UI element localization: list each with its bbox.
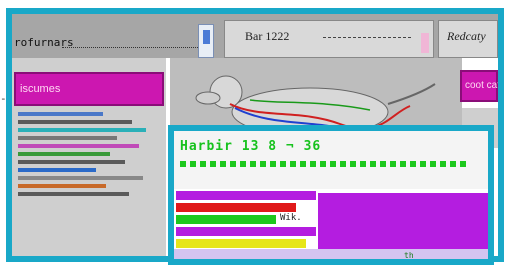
right-action-button[interactable]: coot cat — [460, 70, 498, 102]
tab-center-divider — [323, 37, 411, 38]
popup-content-panel — [318, 193, 488, 253]
sidebar-primary-button[interactable]: iscumes — [14, 72, 164, 106]
popup-footer — [174, 249, 488, 259]
popup-window: Harbir 13 8 ¬ 36 Wik. th — [168, 125, 494, 265]
popup-header: Harbir 13 8 ¬ 36 — [174, 131, 488, 189]
brand-divider — [62, 47, 202, 48]
sidebar-link[interactable] — [18, 128, 146, 132]
tab-right[interactable]: Redcaty — [438, 20, 498, 58]
sidebar-link[interactable] — [18, 168, 97, 172]
right-button-label: coot cat — [465, 80, 501, 91]
popup-footer-text: th — [404, 251, 414, 260]
sidebar-link[interactable] — [18, 160, 125, 164]
sidebar-link[interactable] — [18, 176, 143, 180]
sidebar-link-list — [18, 112, 160, 200]
tab-center[interactable]: Bar 1222 — [224, 20, 434, 58]
sidebar-link[interactable] — [18, 192, 129, 196]
popup-row[interactable] — [176, 203, 296, 212]
popup-row[interactable] — [176, 227, 316, 236]
tab-bookmark-icon[interactable] — [198, 24, 214, 58]
sidebar-button-label: iscumes — [20, 83, 61, 95]
sidebar-link[interactable] — [18, 136, 118, 140]
sidebar-link[interactable] — [18, 112, 104, 116]
tab-close-icon[interactable] — [421, 33, 429, 53]
popup-subtitle-line — [180, 161, 470, 167]
popup-row[interactable] — [176, 239, 306, 248]
sidebar-link[interactable] — [18, 184, 107, 188]
sidebar-link[interactable] — [18, 120, 132, 124]
popup-title: Harbir 13 8 ¬ 36 — [180, 139, 322, 154]
popup-row[interactable] — [176, 215, 276, 224]
left-sidebar: iscumes — [12, 58, 166, 256]
tab-right-label: Redcaty — [447, 29, 486, 43]
popup-row[interactable] — [176, 191, 316, 200]
sidebar-link[interactable] — [18, 152, 111, 156]
sidebar-link[interactable] — [18, 144, 139, 148]
tab-center-label: Bar 1222 — [245, 29, 290, 43]
top-navigation-bar: rofurnars Bar 1222 Redcaty — [12, 14, 498, 58]
popup-mid-text: Wik. — [280, 213, 302, 223]
